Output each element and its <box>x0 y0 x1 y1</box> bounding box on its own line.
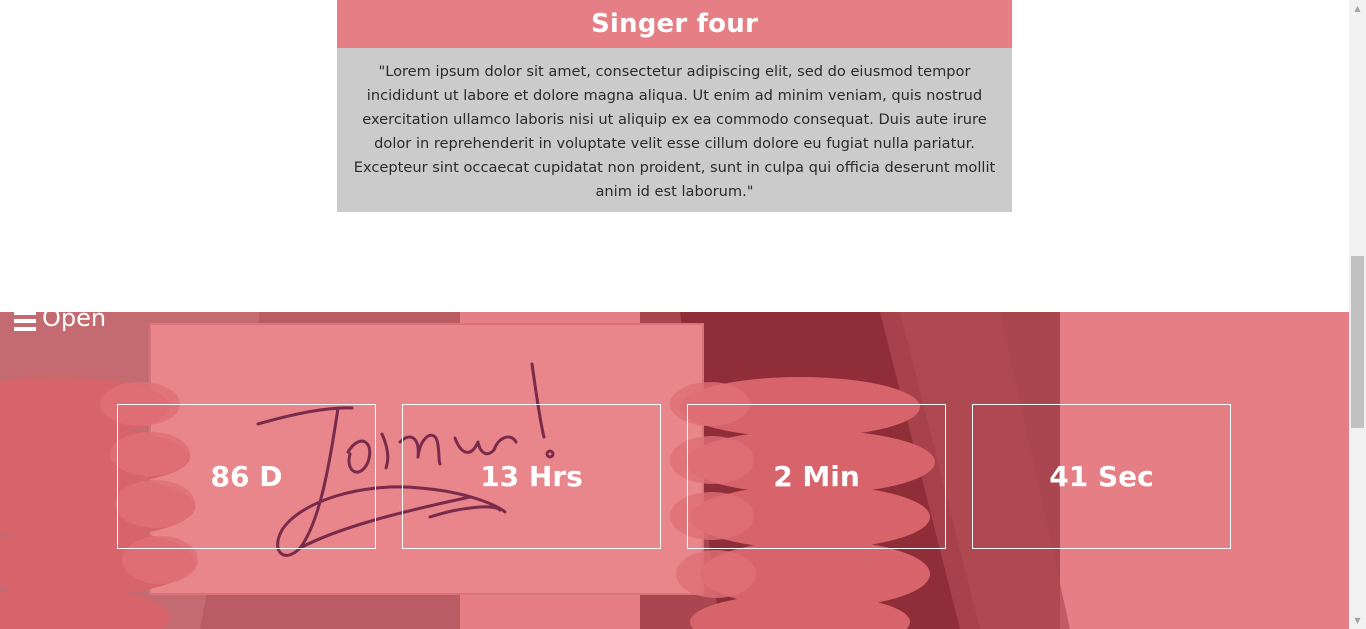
singer-card-quote: "Lorem ipsum dolor sit amet, consectetur… <box>337 48 1012 212</box>
page: Singer four "Lorem ipsum dolor sit amet,… <box>0 0 1366 629</box>
scroll-up-arrow-icon[interactable]: ▲ <box>1349 0 1366 17</box>
hamburger-icon <box>14 312 36 331</box>
countdown-minutes: 2 Min <box>687 404 946 549</box>
page-scrollbar[interactable]: ▲ ▼ <box>1349 0 1366 629</box>
singer-card-title: Singer four <box>337 0 1012 48</box>
scroll-down-arrow-icon[interactable]: ▼ <box>1349 612 1366 629</box>
countdown-hours: 13 Hrs <box>402 404 661 549</box>
open-menu-button[interactable]: Open <box>14 312 106 336</box>
countdown-seconds: 41 Sec <box>972 404 1231 549</box>
countdown-section: Open 86 D 13 Hrs 2 Min 41 Sec <box>0 312 1349 629</box>
open-menu-label: Open <box>42 312 107 332</box>
singer-card: Singer four "Lorem ipsum dolor sit amet,… <box>337 0 1012 212</box>
scrollbar-thumb[interactable] <box>1351 256 1364 428</box>
countdown-days: 86 D <box>117 404 376 549</box>
